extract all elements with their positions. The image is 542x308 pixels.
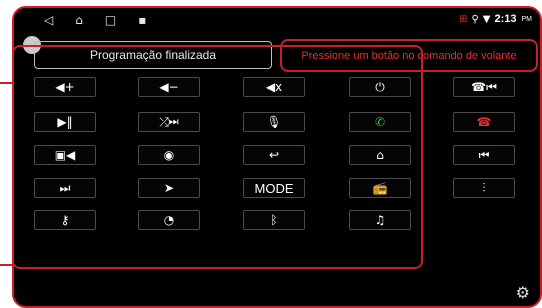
shuffle-next-button[interactable]: ⤮⏭ [138,112,200,132]
home-nav-icon[interactable]: ⌂ [75,13,83,27]
back-icon: ↩ [268,148,280,162]
radio-button[interactable]: 📻 [349,178,411,198]
call-previous-icon: ☎⏮ [471,80,497,94]
device-frame: ◁ ⌂ □ ▪ ⊞ ⚲ ▼ 2:13 PM Programação finaliz… [0,0,542,308]
music-icon: ♫ [374,213,386,227]
call-answer-button[interactable]: ✆ [349,112,411,132]
back-button[interactable]: ↩ [243,145,305,165]
music-button[interactable]: ♫ [349,210,411,230]
previous-track-icon: ⏮ [478,148,490,162]
volume-up-button[interactable]: ◀+ [34,77,96,97]
volume-up-icon: ◀+ [55,80,75,94]
dial-button[interactable]: ◔ [138,210,200,230]
equalizer-icon: ⫶ [482,181,486,195]
car-camera-icon: ▣◀ [54,148,76,162]
radio-icon: 📻 [372,181,388,195]
clock-time: 2:13 [494,13,517,25]
play-pause-button[interactable]: ▶‖ [34,112,96,132]
status-box-icon: ⊞ [459,13,468,25]
voice-button[interactable]: 🎙 [243,112,305,132]
annotation-leader-bottom [0,264,12,266]
status-bar: ◁ ⌂ □ ▪ ⊞ ⚲ ▼ 2:13 PM [14,8,540,34]
call-hangup-icon: ☎ [476,115,492,129]
back-nav-icon[interactable]: ◁ [44,13,53,27]
call-hangup-button[interactable]: ☎ [453,112,515,132]
camera-360-icon: ◉ [163,148,175,162]
volume-down-icon: ◀− [159,80,179,94]
mode-button[interactable]: MODE [243,178,305,198]
car-camera-button[interactable]: ▣◀ [34,145,96,165]
previous-track-button[interactable]: ⏮ [453,145,515,165]
notification-app-icon: ▪ [138,13,147,27]
next-track-button[interactable]: ⏭ [34,178,96,198]
key-button[interactable]: ⚷ [34,210,96,230]
power-icon: ⏻ [375,80,385,94]
equalizer-button[interactable]: ⫶ [453,178,515,198]
mute-button[interactable]: ◀x [243,77,305,97]
call-previous-button[interactable]: ☎⏮ [453,77,515,97]
settings-gear-icon[interactable]: ⚙ [516,283,530,302]
head-unit-screen: ◁ ⌂ □ ▪ ⊞ ⚲ ▼ 2:13 PM Programação finaliz… [12,6,542,308]
bluetooth-icon: ᛒ [270,213,278,227]
mute-icon: ◀x [265,80,283,94]
shuffle-next-icon: ⤮⏭ [159,115,179,129]
home-icon: ⌂ [376,148,384,162]
next-track-icon: ⏭ [59,181,71,195]
nav-bar: ◁ ⌂ □ ▪ [44,13,146,27]
wifi-icon: ▼ [482,13,491,25]
recents-nav-icon[interactable]: □ [105,13,116,27]
home-button[interactable]: ⌂ [349,145,411,165]
dial-icon: ◔ [163,213,175,227]
annotation-leader-top [0,82,12,84]
location-icon: ⚲ [471,13,479,25]
status-indicators: ⊞ ⚲ ▼ 2:13 PM [459,13,532,25]
key-icon: ⚷ [60,213,70,227]
clock-ampm: PM [521,15,533,23]
call-answer-icon: ✆ [374,115,386,129]
play-pause-icon: ▶‖ [57,115,73,129]
navigation-button[interactable]: ➤ [138,178,200,198]
bluetooth-button[interactable]: ᛒ [243,210,305,230]
microphone-icon: 🎙 [266,115,282,129]
camera-360-button[interactable]: ◉ [138,145,200,165]
volume-down-button[interactable]: ◀− [138,77,200,97]
power-button[interactable]: ⏻ [349,77,411,97]
navigation-icon: ➤ [163,181,175,195]
